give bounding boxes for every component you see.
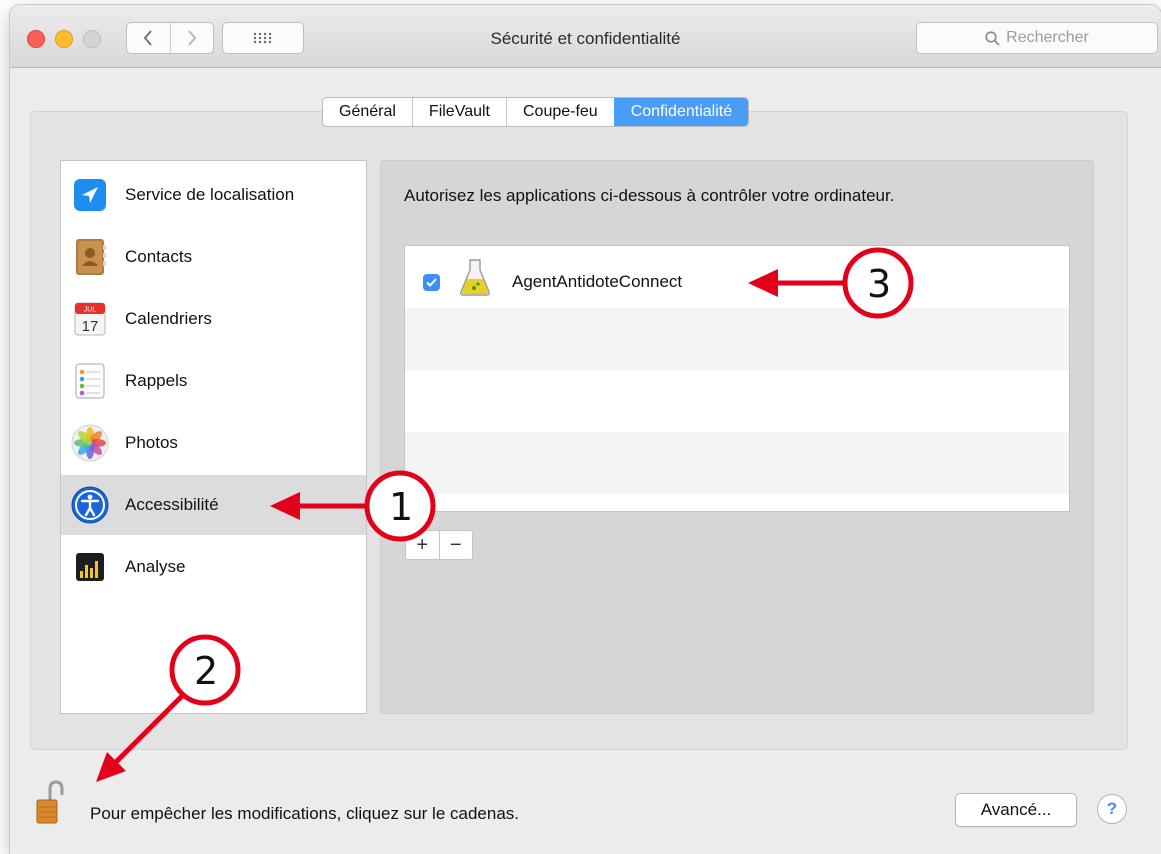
calendar-icon: JUL 17 [74,302,106,336]
search-field[interactable]: Rechercher [916,22,1158,54]
sidebar-item-location[interactable]: Service de localisation [61,165,366,225]
reminders-icon [75,363,105,399]
sidebar-item-label: Service de localisation [125,185,295,204]
lock-icon[interactable] [36,780,64,824]
empty-row [405,308,1069,370]
empty-row [405,494,1069,511]
flask-icon [460,259,490,296]
accessibility-icon [71,486,109,524]
sidebar-item-label: Contacts [125,247,193,266]
tab-privacy[interactable]: Confidentialité [613,98,749,126]
title-bar: Sécurité et confidentialité Rechercher [10,5,1161,68]
sidebar-item-label: Accessibilité [125,495,219,514]
advanced-button[interactable]: Avancé... [955,793,1077,827]
contacts-book-icon [76,239,106,275]
tab-bar: Général FileVault Coupe-feu Confidential… [322,97,750,127]
search-placeholder: Rechercher [1006,29,1089,46]
app-name: AgentAntidoteConnect [512,272,683,291]
app-checkbox[interactable] [423,274,440,291]
sidebar-item-analytics[interactable]: Analyse [61,537,366,597]
sidebar-item-reminders[interactable]: Rappels [61,351,366,411]
add-remove-buttons: + − [405,530,473,560]
photos-flower-icon [71,424,109,462]
empty-row [405,432,1069,494]
add-app-button[interactable]: + [406,531,439,559]
help-button[interactable]: ? [1097,794,1127,824]
annotation-number-3: 3 [867,262,892,306]
sidebar-item-photos[interactable]: Photos [61,413,366,473]
remove-app-button[interactable]: − [438,531,473,559]
privacy-category-list: Service de localisation Contacts JUL 17 … [60,160,367,714]
calendar-day: 17 [82,318,99,335]
search-icon [985,30,1000,46]
empty-row [405,370,1069,432]
calendar-month: JUL [84,307,97,314]
checkmark-icon [426,278,437,287]
instruction-text: Autorisez les applications ci-dessous à … [404,186,895,205]
tab-filevault[interactable]: FileVault [411,98,506,126]
sidebar-item-calendars[interactable]: JUL 17 Calendriers [61,289,366,349]
sidebar-item-contacts[interactable]: Contacts [61,227,366,287]
sidebar-item-label: Calendriers [125,309,212,328]
list-item[interactable]: AgentAntidoteConnect [405,246,1069,308]
sidebar-item-label: Rappels [125,371,188,390]
analytics-icon [76,553,104,581]
lock-message: Pour empêcher les modifications, cliquez… [90,804,519,823]
app-list: AgentAntidoteConnect [404,245,1070,512]
sidebar-item-label: Analyse [125,557,186,576]
sidebar-item-accessibility[interactable]: Accessibilité [61,475,366,535]
location-arrow-icon [74,179,106,211]
sidebar-item-label: Photos [125,433,178,452]
annotation-number-2: 2 [194,649,219,693]
tab-general[interactable]: Général [323,98,412,126]
tab-firewall[interactable]: Coupe-feu [505,98,614,126]
annotation-number-1: 1 [389,485,414,529]
